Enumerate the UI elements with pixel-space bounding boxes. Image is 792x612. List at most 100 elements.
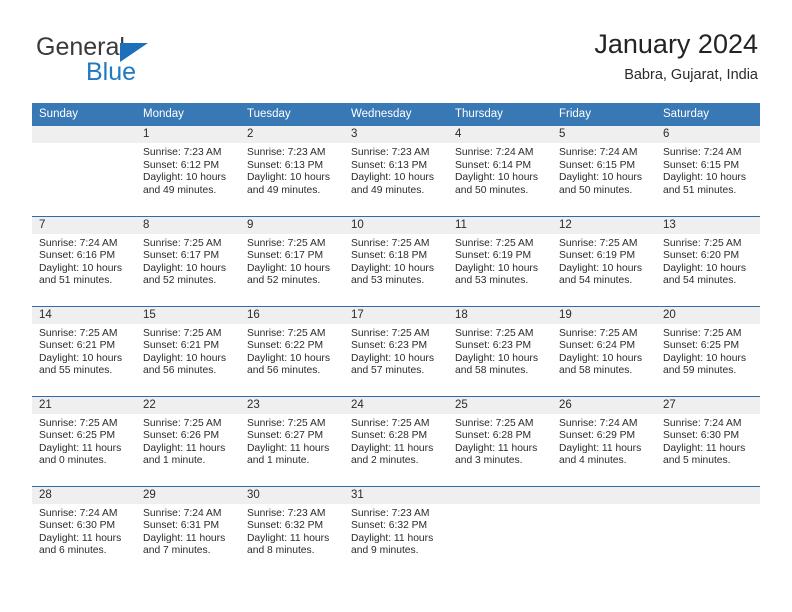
- calendar-day-cell[interactable]: 30 Sunrise: 7:23 AM Sunset: 6:32 PM Dayligh…: [240, 485, 344, 576]
- calendar-day-cell[interactable]: 10 Sunrise: 7:25 AM Sunset: 6:18 PM Dayligh…: [344, 215, 448, 306]
- calendar-day-cell[interactable]: 29 Sunrise: 7:24 AM Sunset: 6:31 PM Dayligh…: [136, 485, 240, 577]
- calendar-day-cell[interactable]: 19 Sunrise: 7:25 AM Sunset: 6:24 PM Dayligh…: [552, 305, 656, 396]
- day-detail-daylight-line1: Daylight: 10 hours: [247, 172, 330, 184]
- calendar-day-cell[interactable]: 15 Sunrise: 7:25 AM Sunset: 6:21 PM Dayligh…: [136, 305, 240, 396]
- calendar-day-cell[interactable]: 8 Sunrise: 7:25 AM Sunset: 6:17 PM Daylight…: [136, 215, 240, 306]
- calendar-day-cell[interactable]: 12 Sunrise: 7:25 AM Sunset: 6:19 PM Dayligh…: [552, 215, 656, 306]
- calendar-day-cell[interactable]: 26 Sunrise: 7:24 AM Sunset: 6:29 PM Dayligh…: [552, 395, 656, 486]
- day-detail-daylight-line1: Daylight: 10 hours: [455, 172, 538, 184]
- calendar-day-cell[interactable]: 17 Sunrise: 7:25 AM Sunset: 6:23 PM Dayligh…: [344, 305, 448, 396]
- day-detail-daylight-line1: Daylight: 10 hours: [559, 262, 642, 274]
- day-detail-daylight-line2: and 53 minutes.: [455, 275, 529, 287]
- day-detail-daylight-line1: Daylight: 10 hours: [351, 352, 434, 364]
- day-cell-content: 11 Sunrise: 7:25 AM Sunset: 6:19 PM Dayligh…: [448, 216, 552, 306]
- day-detail-sunset: Sunset: 6:27 PM: [247, 430, 324, 442]
- day-detail-daylight-line2: and 7 minutes.: [143, 545, 211, 557]
- day-cell-content: 20 Sunrise: 7:25 AM Sunset: 6:25 PM Dayligh…: [656, 306, 760, 396]
- day-detail-sunset: Sunset: 6:19 PM: [455, 250, 532, 262]
- calendar-day-cell[interactable]: 14 Sunrise: 7:25 AM Sunset: 6:21 PM Dayligh…: [32, 305, 136, 396]
- day-detail-sunrise: Sunrise: 7:25 AM: [351, 237, 430, 249]
- day-detail-sunrise: Sunrise: 7:25 AM: [143, 417, 222, 429]
- calendar-day-cell[interactable]: 4 Sunrise: 7:24 AM Sunset: 6:14 PM Daylight…: [448, 126, 552, 216]
- day-detail-sunset: Sunset: 6:21 PM: [143, 340, 220, 352]
- calendar-day-cell[interactable]: 21 Sunrise: 7:25 AM Sunset: 6:25 PM Dayligh…: [32, 395, 136, 486]
- day-cell-content: 2 Sunrise: 7:23 AM Sunset: 6:13 PM Daylight…: [240, 126, 344, 216]
- day-cell-content: 17 Sunrise: 7:25 AM Sunset: 6:23 PM Dayligh…: [344, 306, 448, 396]
- day-cell-content: 23 Sunrise: 7:25 AM Sunset: 6:27 PM Dayligh…: [240, 396, 344, 486]
- weekday-header-sunday: Sunday: [32, 103, 136, 126]
- day-detail-sunset: Sunset: 6:26 PM: [143, 430, 220, 442]
- day-detail-daylight-line2: and 54 minutes.: [559, 275, 633, 287]
- day-cell-content: [448, 486, 552, 577]
- day-cell-content: 10 Sunrise: 7:25 AM Sunset: 6:18 PM Dayligh…: [344, 216, 448, 306]
- day-details: Sunrise: 7:25 AM Sunset: 6:19 PM Daylight:…: [552, 234, 656, 288]
- calendar-day-cell[interactable]: 11 Sunrise: 7:25 AM Sunset: 6:19 PM Dayligh…: [448, 215, 552, 306]
- day-details: Sunrise: 7:25 AM Sunset: 6:25 PM Daylight:…: [32, 414, 136, 468]
- calendar-day-cell[interactable]: 18 Sunrise: 7:25 AM Sunset: 6:23 PM Dayligh…: [448, 305, 552, 396]
- day-detail-sunset: Sunset: 6:23 PM: [351, 340, 428, 352]
- day-number: 9: [240, 216, 344, 234]
- calendar-day-cell[interactable]: 2 Sunrise: 7:23 AM Sunset: 6:13 PM Daylight…: [240, 126, 344, 216]
- day-cell-content: 5 Sunrise: 7:24 AM Sunset: 6:15 PM Daylight…: [552, 126, 656, 216]
- calendar-day-cell[interactable]: 31 Sunrise: 7:23 AM Sunset: 6:32 PM Dayligh…: [344, 485, 448, 576]
- calendar-day-cell[interactable]: 13 Sunrise: 7:25 AM Sunset: 6:20 PM Dayligh…: [656, 215, 760, 306]
- day-detail-sunset: Sunset: 6:13 PM: [351, 159, 428, 171]
- day-cell-content: 28 Sunrise: 7:24 AM Sunset: 6:30 PM Dayligh…: [32, 486, 136, 577]
- day-detail-sunrise: Sunrise: 7:25 AM: [247, 237, 326, 249]
- day-detail-daylight-line2: and 58 minutes.: [455, 365, 529, 377]
- calendar-day-cell[interactable]: 9 Sunrise: 7:25 AM Sunset: 6:17 PM Daylight…: [240, 215, 344, 306]
- day-detail-sunset: Sunset: 6:15 PM: [559, 159, 636, 171]
- day-detail-sunset: Sunset: 6:24 PM: [559, 340, 636, 352]
- day-detail-daylight-line1: Daylight: 11 hours: [455, 442, 538, 454]
- calendar-day-cell[interactable]: 7 Sunrise: 7:24 AM Sunset: 6:16 PM Daylight…: [32, 215, 136, 306]
- day-detail-sunset: Sunset: 6:13 PM: [247, 159, 324, 171]
- day-details: Sunrise: 7:24 AM Sunset: 6:31 PM Daylight:…: [136, 504, 240, 558]
- day-detail-sunset: Sunset: 6:28 PM: [351, 430, 428, 442]
- day-details: Sunrise: 7:25 AM Sunset: 6:22 PM Daylight:…: [240, 324, 344, 378]
- day-detail-daylight-line2: and 5 minutes.: [663, 455, 731, 467]
- calendar-week-row: 7 Sunrise: 7:24 AM Sunset: 6:16 PM Daylight…: [32, 215, 760, 306]
- day-number: 13: [656, 216, 760, 234]
- calendar-day-cell[interactable]: 24 Sunrise: 7:25 AM Sunset: 6:28 PM Dayligh…: [344, 395, 448, 486]
- day-detail-daylight-line1: Daylight: 10 hours: [143, 262, 226, 274]
- calendar-day-cell[interactable]: 3 Sunrise: 7:23 AM Sunset: 6:13 PM Daylight…: [344, 126, 448, 216]
- day-details: Sunrise: 7:25 AM Sunset: 6:26 PM Daylight:…: [136, 414, 240, 468]
- day-detail-daylight-line1: Daylight: 10 hours: [39, 262, 122, 274]
- calendar-day-cell[interactable]: 20 Sunrise: 7:25 AM Sunset: 6:25 PM Dayligh…: [656, 305, 760, 396]
- calendar-day-cell[interactable]: 28 Sunrise: 7:24 AM Sunset: 6:30 PM Dayligh…: [32, 485, 136, 577]
- logo-text-general: General: [36, 33, 125, 61]
- day-number: 16: [240, 306, 344, 324]
- day-cell-content: 21 Sunrise: 7:25 AM Sunset: 6:25 PM Dayligh…: [32, 396, 136, 486]
- calendar-day-cell[interactable]: 1 Sunrise: 7:23 AM Sunset: 6:12 PM Daylight…: [136, 126, 240, 216]
- day-detail-daylight-line2: and 1 minute.: [247, 455, 310, 467]
- day-cell-content: 26 Sunrise: 7:24 AM Sunset: 6:29 PM Dayligh…: [552, 396, 656, 486]
- calendar-day-cell[interactable]: 23 Sunrise: 7:25 AM Sunset: 6:27 PM Dayligh…: [240, 395, 344, 486]
- day-detail-sunset: Sunset: 6:20 PM: [663, 250, 740, 262]
- day-detail-sunset: Sunset: 6:18 PM: [351, 250, 428, 262]
- day-cell-content: 29 Sunrise: 7:24 AM Sunset: 6:31 PM Dayligh…: [136, 486, 240, 577]
- day-details: Sunrise: 7:25 AM Sunset: 6:28 PM Daylight:…: [448, 414, 552, 468]
- calendar-day-cell[interactable]: 6 Sunrise: 7:24 AM Sunset: 6:15 PM Daylight…: [656, 126, 760, 216]
- calendar-week-row: 28 Sunrise: 7:24 AM Sunset: 6:30 PM Dayligh…: [32, 485, 760, 577]
- calendar-day-cell[interactable]: 25 Sunrise: 7:25 AM Sunset: 6:28 PM Dayligh…: [448, 395, 552, 486]
- calendar-day-cell[interactable]: 16 Sunrise: 7:25 AM Sunset: 6:22 PM Dayligh…: [240, 305, 344, 396]
- day-detail-daylight-line1: Daylight: 11 hours: [247, 442, 330, 454]
- day-detail-daylight-line2: and 9 minutes.: [351, 545, 419, 557]
- day-details: Sunrise: 7:25 AM Sunset: 6:17 PM Daylight:…: [136, 234, 240, 288]
- day-number: 5: [552, 126, 656, 143]
- day-number: 2: [240, 126, 344, 143]
- day-cell-content: 24 Sunrise: 7:25 AM Sunset: 6:28 PM Dayligh…: [344, 396, 448, 486]
- day-detail-sunrise: Sunrise: 7:25 AM: [247, 327, 326, 339]
- day-detail-sunrise: Sunrise: 7:25 AM: [455, 237, 534, 249]
- day-detail-daylight-line2: and 50 minutes.: [455, 184, 529, 196]
- day-number: [552, 486, 656, 504]
- weekday-header-tuesday: Tuesday: [240, 103, 344, 126]
- calendar-day-cell[interactable]: 5 Sunrise: 7:24 AM Sunset: 6:15 PM Daylight…: [552, 126, 656, 216]
- day-number: 18: [448, 306, 552, 324]
- calendar-day-cell[interactable]: 27 Sunrise: 7:24 AM Sunset: 6:30 PM Dayligh…: [656, 395, 760, 486]
- calendar-day-cell[interactable]: 22 Sunrise: 7:25 AM Sunset: 6:26 PM Dayligh…: [136, 395, 240, 486]
- day-details: [656, 504, 760, 508]
- day-details: Sunrise: 7:25 AM Sunset: 6:19 PM Daylight:…: [448, 234, 552, 288]
- day-cell-content: 22 Sunrise: 7:25 AM Sunset: 6:26 PM Dayligh…: [136, 396, 240, 486]
- day-detail-daylight-line2: and 56 minutes.: [143, 365, 217, 377]
